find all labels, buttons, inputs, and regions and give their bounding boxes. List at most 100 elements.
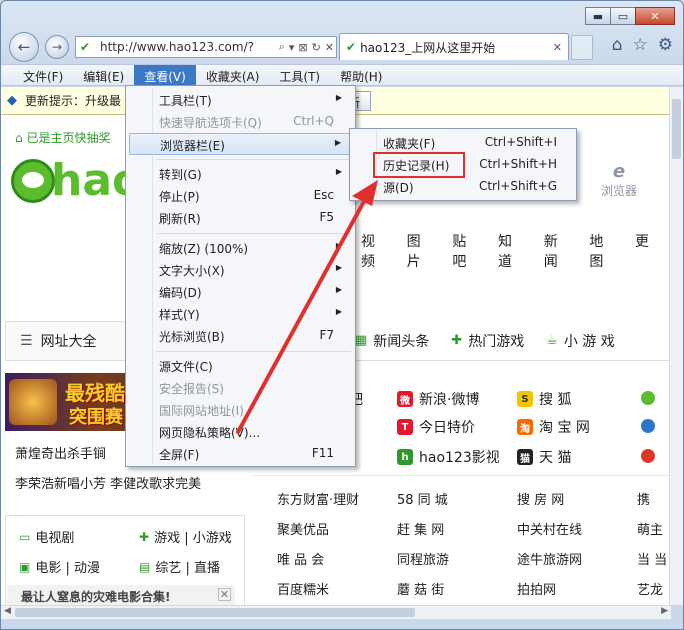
tab-news-headlines[interactable]: ▦ 新闻头条 bbox=[355, 331, 429, 351]
menu-item-shortcut: Ctrl+Shift+G bbox=[478, 179, 557, 193]
menu-item-shortcut: Ctrl+Shift+I bbox=[484, 135, 557, 149]
search-tab-tieba[interactable]: 贴吧 bbox=[452, 231, 476, 271]
site-tmall[interactable]: 猫天 猫 bbox=[517, 447, 571, 467]
site-paipai[interactable]: 拍拍网 bbox=[517, 579, 556, 598]
site-mengzhu[interactable]: 萌主 bbox=[637, 519, 663, 538]
promo-bar[interactable]: 最让人窒息的灾难电影合集! ✕ bbox=[7, 585, 235, 605]
tab-title: hao123_上网从这里开始 bbox=[360, 40, 496, 55]
address-bar[interactable]: ✔ http://www.hao123.com/? ⌕ ▾ ⊠ ↻ ✕ bbox=[75, 36, 337, 58]
search-icon[interactable]: ⌕ bbox=[279, 40, 285, 54]
menu-item-label: 安全报告(S) bbox=[159, 382, 224, 396]
search-tab-images[interactable]: 图片 bbox=[407, 231, 431, 271]
browser-link[interactable]: e 浏览器 bbox=[599, 161, 639, 199]
scroll-left-icon[interactable]: ◀ bbox=[4, 606, 11, 616]
site-hao123-video[interactable]: h hao123影视 bbox=[397, 447, 500, 467]
list-icon: ☰ bbox=[20, 333, 33, 349]
site-mogujie[interactable]: 蘑 菇 街 bbox=[397, 579, 444, 598]
news-link-1[interactable]: 萧煌奇出杀手锏 bbox=[15, 443, 106, 462]
site-tuniu[interactable]: 途牛旅游网 bbox=[517, 549, 582, 568]
close-button[interactable]: ✕ bbox=[635, 7, 675, 25]
search-tab-video[interactable]: 视频 bbox=[361, 231, 385, 271]
view-menu-item[interactable]: 缩放(Z) (100%) ▶ bbox=[129, 237, 352, 259]
horizontal-scroll-thumb[interactable] bbox=[15, 608, 415, 617]
vertical-scrollbar[interactable] bbox=[669, 87, 683, 605]
menu-favorites[interactable]: 收藏夹(A) bbox=[196, 65, 270, 86]
site-58[interactable]: 58 同 城 bbox=[397, 489, 448, 508]
address-url[interactable]: http://www.hao123.com/? bbox=[100, 40, 277, 54]
site-ly[interactable]: 同程旅游 bbox=[397, 549, 449, 568]
back-button[interactable]: ← bbox=[9, 32, 39, 62]
search-tab-zhidao[interactable]: 知道 bbox=[498, 231, 522, 271]
view-menu-item[interactable]: 浏览器栏(E) ▶ bbox=[129, 133, 352, 155]
promo-close-icon[interactable]: ✕ bbox=[218, 588, 231, 601]
view-menu-item[interactable]: 转到(G) ▶ bbox=[129, 163, 352, 185]
cat-variety[interactable]: ▤ 综艺 | 直播 bbox=[139, 557, 220, 577]
menu-help[interactable]: 帮助(H) bbox=[330, 65, 392, 86]
site-eastmoney[interactable]: 东方财富·理财 bbox=[277, 489, 359, 508]
menu-edit[interactable]: 编辑(E) bbox=[73, 65, 134, 86]
minimize-button[interactable]: ▬ bbox=[585, 7, 611, 25]
home-link[interactable]: ⌂ 已是主页快抽奖 bbox=[15, 129, 110, 146]
browser-label: 浏览器 bbox=[600, 184, 637, 198]
menu-tools[interactable]: 工具(T) bbox=[269, 65, 330, 86]
menu-view[interactable]: 查看(V) bbox=[134, 65, 196, 86]
view-menu-item[interactable]: 网页隐私策略(V)... bbox=[129, 421, 352, 443]
view-menu-item[interactable]: 文字大小(X) ▶ bbox=[129, 259, 352, 281]
menu-item-shortcut: Ctrl+Q bbox=[293, 114, 334, 128]
view-menu-item[interactable]: 样式(Y) ▶ bbox=[129, 303, 352, 325]
site-taobao[interactable]: 淘淘 宝 网 bbox=[517, 417, 590, 437]
site-ganji[interactable]: 赶 集 网 bbox=[397, 519, 444, 538]
menu-item-label: 缩放(Z) (100%) bbox=[159, 242, 249, 256]
horizontal-scrollbar[interactable]: ◀ ▶ bbox=[1, 605, 671, 619]
search-tab-news[interactable]: 新闻 bbox=[544, 231, 568, 271]
menu-item-label: 收藏夹(F) bbox=[383, 137, 436, 151]
site-sina-weibo[interactable]: 微新浪·微博 bbox=[397, 389, 479, 409]
favorites-star-icon[interactable]: ☆ bbox=[633, 35, 648, 55]
search-tab-more[interactable]: 更 bbox=[635, 231, 649, 271]
forward-button[interactable]: → bbox=[45, 35, 69, 59]
view-menu-item[interactable]: 停止(P) Esc bbox=[129, 185, 352, 207]
site-ctrip[interactable]: 携 bbox=[637, 489, 650, 508]
site-sohu[interactable]: S搜 狐 bbox=[517, 389, 571, 409]
site-daily-deals[interactable]: T 今日特价 bbox=[397, 417, 475, 437]
new-tab-button[interactable] bbox=[571, 35, 593, 60]
submenu-arrow-icon: ▶ bbox=[335, 307, 342, 316]
view-menu-item[interactable]: 编码(D) ▶ bbox=[129, 281, 352, 303]
view-menu-item[interactable]: 光标浏览(B) F7 bbox=[129, 325, 352, 347]
hao123-logo[interactable]: hao bbox=[7, 151, 142, 215]
tools-gear-icon[interactable]: ⚙ bbox=[658, 35, 673, 55]
tab-mini-games[interactable]: ☕ 小 游 戏 bbox=[546, 331, 615, 351]
search-tab-map[interactable]: 地图 bbox=[589, 231, 613, 271]
tab-hot-games[interactable]: ✚ 热门游戏 bbox=[451, 331, 524, 351]
tab-close-icon[interactable]: ✕ bbox=[553, 41, 562, 54]
cat-tv[interactable]: ▭ 电视剧 bbox=[19, 527, 74, 547]
view-menu-item[interactable]: 工具栏(T) ▶ bbox=[129, 89, 352, 111]
site-zol[interactable]: 中关村在线 bbox=[517, 519, 582, 538]
site-elong[interactable]: 艺龙 bbox=[637, 579, 663, 598]
site-jumei[interactable]: 聚美优品 bbox=[277, 519, 329, 538]
browser-tab[interactable]: ✔ hao123_上网从这里开始 ✕ bbox=[339, 33, 569, 60]
address-dropdown-icon[interactable]: ▾ bbox=[289, 41, 295, 54]
site-nuomi[interactable]: 百度糯米 bbox=[277, 579, 329, 598]
menu-item-label: 光标浏览(B) bbox=[159, 330, 225, 344]
view-menu-item[interactable]: 全屏(F) F11 bbox=[129, 443, 352, 465]
view-menu-item[interactable]: 源文件(C) bbox=[129, 355, 352, 377]
menu-file[interactable]: 文件(F) bbox=[13, 65, 73, 86]
news-link-2[interactable]: 李荣浩新唱小芳 李健改歌求完美 bbox=[15, 473, 201, 492]
explorer-bar-item[interactable]: 收藏夹(F) Ctrl+Shift+I bbox=[353, 132, 573, 154]
home-icon[interactable]: ⌂ bbox=[612, 35, 623, 55]
cat-games[interactable]: ✚ 游戏 | 小游戏 bbox=[139, 527, 232, 547]
refresh-icon[interactable]: ↻ bbox=[312, 41, 321, 54]
site-soufang[interactable]: 搜 房 网 bbox=[517, 489, 564, 508]
menu-item-label: 全屏(F) bbox=[159, 448, 200, 462]
cat-movies[interactable]: ▣ 电影 | 动漫 bbox=[19, 557, 100, 577]
view-menu-item[interactable]: 刷新(R) F5 bbox=[129, 207, 352, 229]
site-dangdang[interactable]: 当 当 bbox=[637, 549, 667, 568]
compatibility-view-icon[interactable]: ⊠ bbox=[298, 41, 307, 54]
maximize-button[interactable]: ▭ bbox=[610, 7, 636, 25]
stop-icon[interactable]: ✕ bbox=[325, 41, 334, 54]
site-vip[interactable]: 唯 品 会 bbox=[277, 549, 324, 568]
explorer-bar-item[interactable]: 源(D) Ctrl+Shift+G bbox=[353, 176, 573, 198]
vertical-scroll-thumb[interactable] bbox=[672, 99, 681, 159]
scroll-right-icon[interactable]: ▶ bbox=[661, 606, 668, 616]
